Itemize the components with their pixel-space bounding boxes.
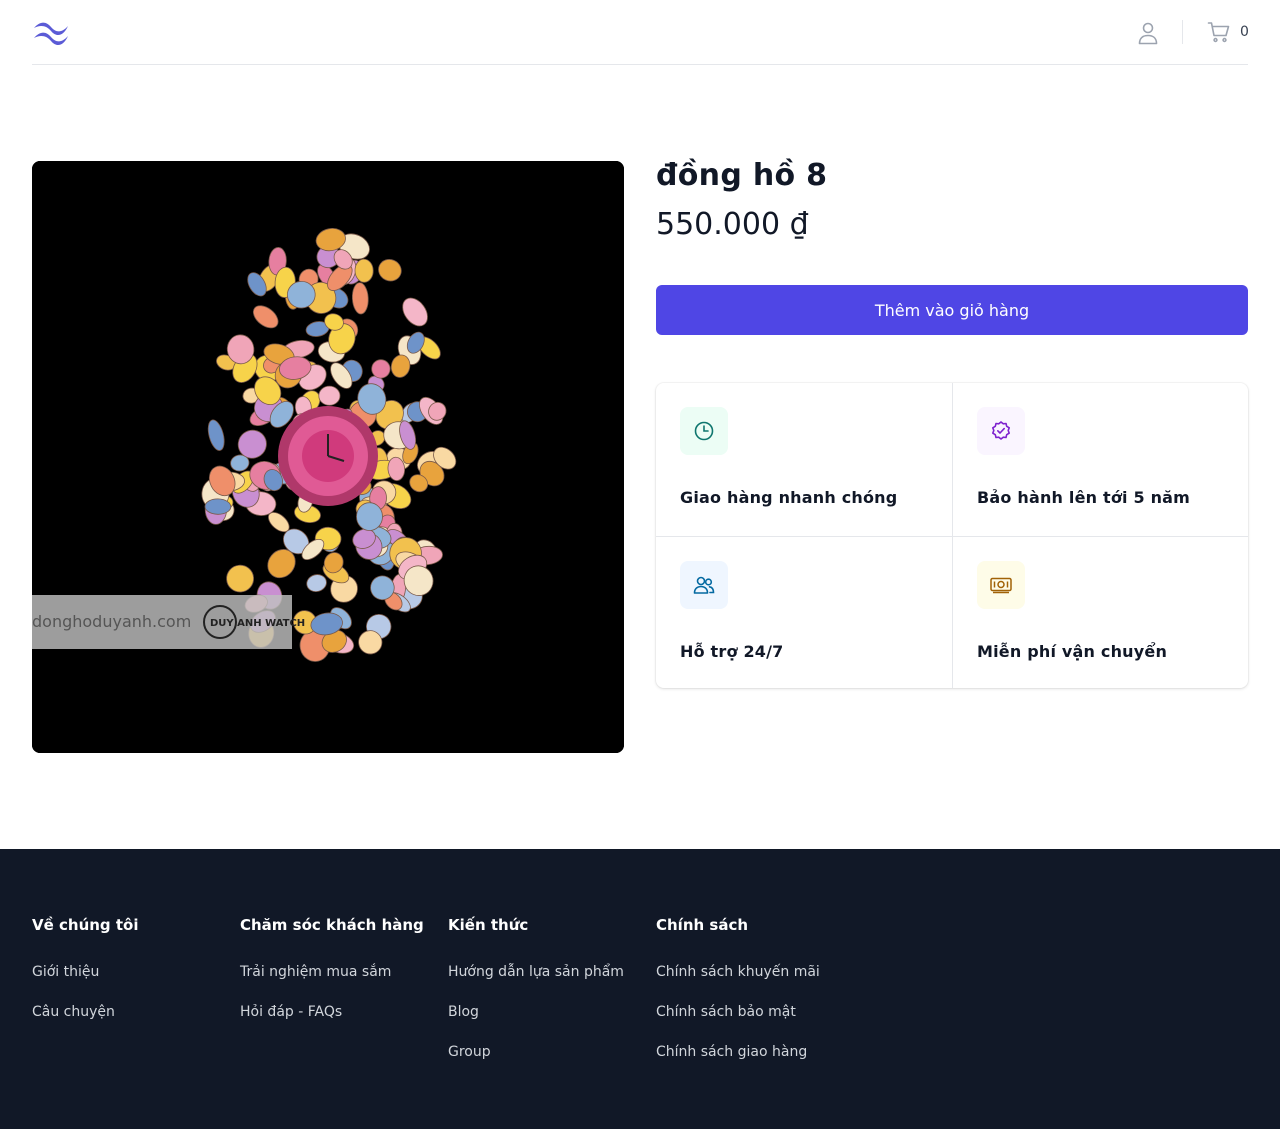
footer-link[interactable]: Câu chuyện	[32, 1004, 115, 1020]
image-logo-text: DUY ANH WATCH	[210, 618, 305, 629]
product-image: donghoduyanh.com DUY ANH WATCH	[32, 161, 624, 753]
footer-link[interactable]: Chính sách giao hàng	[656, 1044, 807, 1060]
image-watermark-text: donghoduyanh.com	[32, 612, 191, 631]
feature-support: Hỗ trợ 24/7	[656, 535, 952, 689]
money-icon	[990, 577, 1012, 593]
header-divider	[1182, 20, 1183, 44]
footer-column-title: Kiến thức	[448, 916, 529, 934]
product-title: đồng hồ 8	[656, 158, 828, 193]
feature-fast-delivery: Giao hàng nhanh chóng	[656, 383, 952, 536]
feature-icon-box	[977, 560, 1025, 609]
footer-link[interactable]: Hỏi đáp - FAQs	[240, 1004, 342, 1020]
gem-shape	[354, 258, 374, 283]
feature-warranty: Bảo hành lên tới 5 năm	[952, 383, 1248, 536]
add-to-cart-button[interactable]: Thêm vào giỏ hàng	[656, 285, 1248, 335]
feature-icon-box	[680, 407, 728, 455]
footer-column-title: Chính sách	[656, 916, 749, 934]
feature-icon-box	[977, 407, 1025, 455]
footer-link[interactable]: Giới thiệu	[32, 964, 99, 980]
cart-button[interactable]: 0	[1207, 19, 1249, 45]
badge-check-icon	[992, 421, 1010, 440]
gem-shape	[356, 502, 383, 531]
user-icon	[1138, 22, 1158, 45]
gem-shape	[204, 498, 232, 515]
account-button[interactable]	[1134, 19, 1162, 47]
feature-label: Giao hàng nhanh chóng	[680, 488, 898, 507]
features-grid: Giao hàng nhanh chóng Bảo hành lên tới 5…	[656, 383, 1248, 688]
feature-label: Miễn phí vận chuyển	[977, 641, 1168, 661]
feature-label: Bảo hành lên tới 5 năm	[977, 488, 1191, 507]
feature-label: Hỗ trợ 24/7	[680, 641, 784, 661]
gem-shape	[318, 385, 341, 406]
users-icon	[693, 576, 715, 594]
footer-link[interactable]: Blog	[448, 1004, 479, 1020]
clock-icon	[694, 421, 714, 441]
product-price: 550.000 ₫	[656, 207, 809, 242]
footer-column-title: Về chúng tôi	[32, 916, 139, 934]
footer-link[interactable]: Group	[448, 1044, 491, 1060]
footer-link[interactable]: Chính sách bảo mật	[656, 1004, 796, 1020]
wave-logo-icon[interactable]	[32, 18, 70, 46]
cart-count: 0	[1240, 24, 1249, 40]
feature-icon-box	[680, 560, 728, 609]
footer-link[interactable]: Hướng dẫn lựa sản phẩm	[448, 964, 624, 980]
footer-link[interactable]: Chính sách khuyến mãi	[656, 964, 820, 980]
site-footer: Về chúng tôi Giới thiệu Câu chuyện Chăm …	[0, 849, 1280, 1129]
footer-column-title: Chăm sóc khách hàng	[240, 916, 424, 934]
feature-free-shipping: Miễn phí vận chuyển	[952, 535, 1248, 688]
cart-icon	[1207, 22, 1230, 43]
site-header: 0	[32, 0, 1249, 65]
footer-link[interactable]: Trải nghiệm mua sắm	[240, 964, 391, 980]
